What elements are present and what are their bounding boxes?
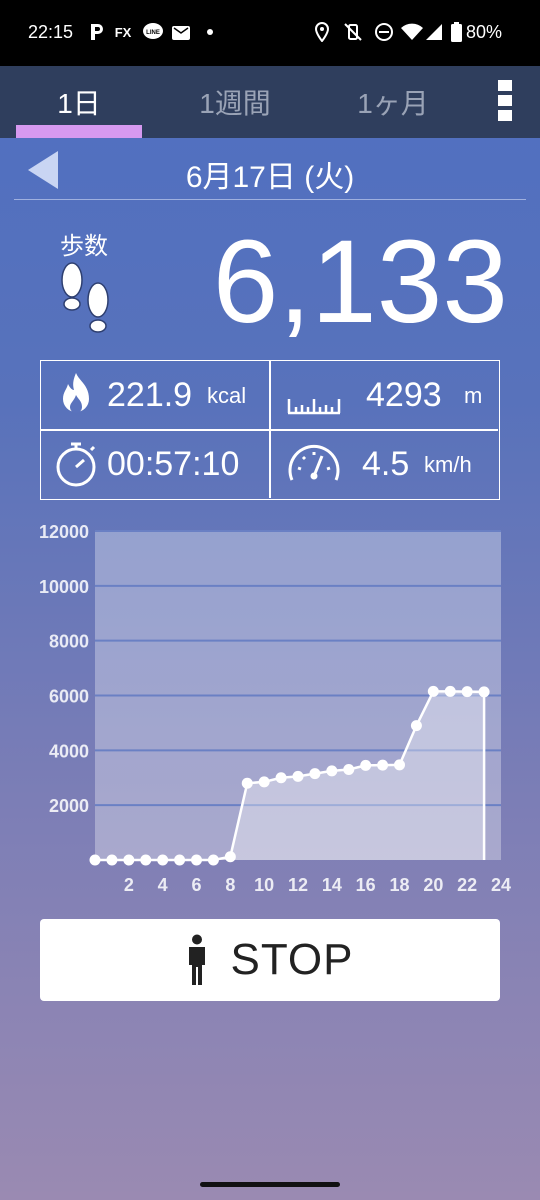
distance-cell: 4293 m	[270, 361, 498, 429]
overflow-menu-icon[interactable]	[494, 80, 516, 126]
speedometer-icon	[286, 440, 342, 488]
chart-data-point	[224, 851, 236, 863]
x-tick-label: 8	[225, 875, 235, 895]
distance-unit: m	[464, 383, 483, 408]
duration-value: 00:57:10	[107, 445, 240, 483]
location-icon	[312, 20, 332, 44]
hourly-steps-chart: 200040006000800010000120002 4 6 8 10 12 14 16 18…	[39, 522, 511, 895]
steps-count: 6,133	[212, 216, 508, 348]
x-tick-label: 22	[457, 875, 477, 895]
x-tick-label: 6	[191, 875, 201, 895]
battery-icon	[450, 20, 462, 44]
home-indicator[interactable]	[200, 1182, 340, 1187]
x-tick-label: 14	[322, 875, 342, 895]
chart-data-point	[478, 686, 490, 698]
y-tick-label: 8000	[49, 632, 89, 652]
flame-icon	[53, 371, 99, 419]
chart-data-point	[241, 777, 253, 789]
x-tick-label: 2	[124, 875, 134, 895]
dot-icon	[204, 20, 216, 44]
chart-data-point	[394, 759, 405, 771]
chart-data-point	[140, 854, 152, 866]
x-tick-label: 18	[389, 875, 409, 895]
y-tick-label: 6000	[49, 687, 89, 707]
vibrate-off-icon	[342, 20, 364, 44]
wifi-icon	[400, 20, 424, 44]
chart-data-point	[377, 759, 389, 771]
chart-data-point	[174, 854, 186, 866]
chart-data-point	[89, 854, 101, 866]
x-tick-label: 20	[423, 875, 443, 895]
chart-data-point	[309, 768, 321, 780]
chart-data-point	[427, 685, 439, 697]
tab-1-month[interactable]: 1ヶ月	[318, 66, 468, 138]
duration-cell: 00:57:10	[41, 430, 269, 498]
chart-data-point	[410, 720, 422, 732]
fx-icon: FX	[114, 24, 132, 40]
chart-data-point	[106, 854, 118, 866]
x-tick-label: 16	[356, 875, 376, 895]
line-icon: LINE	[142, 20, 164, 44]
stopwatch-icon	[53, 440, 99, 488]
y-tick-label: 2000	[49, 796, 89, 816]
chart-data-point	[191, 854, 202, 866]
tab-1-week[interactable]: 1週間	[160, 66, 310, 138]
chart-data-point	[157, 854, 169, 866]
line-icon-text: LINE	[146, 30, 160, 36]
chart-data-point	[360, 759, 372, 771]
x-tick-label: 10	[254, 875, 274, 895]
y-tick-label: 4000	[49, 741, 89, 761]
ruler-icon	[286, 373, 342, 421]
dnd-icon	[373, 20, 395, 44]
signal-icon	[424, 20, 444, 44]
x-tick-label: 24	[491, 875, 511, 895]
chart-data-point	[343, 764, 355, 776]
distance-value: 4293	[366, 376, 442, 414]
x-tick-label: 4	[158, 875, 168, 895]
active-tab-indicator	[16, 125, 142, 138]
footprints-icon	[54, 260, 120, 340]
chart-data-point	[258, 776, 270, 788]
chart-data-point	[207, 854, 219, 866]
person-icon	[189, 934, 206, 985]
y-tick-label: 12000	[39, 522, 89, 542]
chart-data-point	[444, 685, 456, 697]
chart-data-point	[275, 772, 287, 784]
mail-icon	[170, 20, 192, 44]
parking-p-icon	[88, 20, 106, 44]
chart-data-point	[292, 770, 304, 782]
x-tick-label: 12	[288, 875, 308, 895]
battery-percent: 80%	[466, 22, 503, 42]
speed-cell: 4.5 km/h	[270, 430, 498, 498]
chart-data-point	[326, 765, 338, 777]
header-divider	[14, 199, 526, 200]
status-bar: 22:15 FX LINE 80%	[0, 0, 540, 66]
calories-value: 221.9	[107, 376, 193, 414]
steps-label: 歩数	[60, 233, 108, 260]
speed-value: 4.5	[362, 445, 410, 483]
calories-cell: 221.9 kcal	[41, 361, 269, 429]
speed-unit: km/h	[424, 452, 472, 477]
date-label: 6月17日 (火)	[185, 161, 355, 194]
chart-data-point	[123, 854, 135, 866]
y-tick-label: 10000	[39, 577, 89, 597]
chart-data-point	[461, 686, 473, 698]
stop-button-label: STOP	[230, 935, 354, 984]
status-time: 22:15	[28, 22, 74, 42]
calories-unit: kcal	[207, 383, 247, 408]
stop-button[interactable]: STOP	[40, 919, 500, 1001]
stats-grid: 221.9 kcal 4293 m 00:57:10 4.5 km/h	[40, 360, 500, 500]
